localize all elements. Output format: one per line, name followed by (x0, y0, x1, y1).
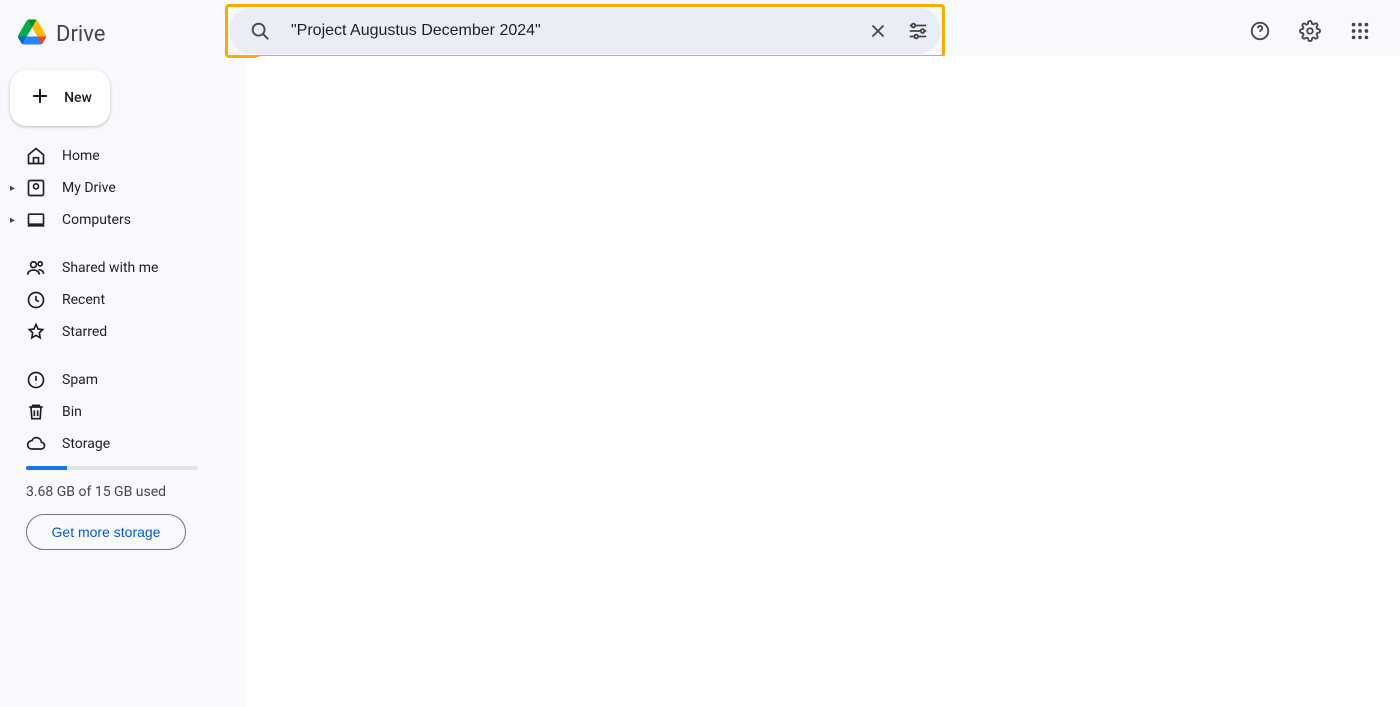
settings-icon[interactable] (1290, 11, 1330, 51)
sidebar-item-shared[interactable]: Shared with me (0, 252, 245, 284)
sidebar-item-my-drive[interactable]: ▸ My Drive (0, 172, 245, 204)
brand[interactable]: Drive (0, 6, 245, 62)
my-drive-icon (26, 178, 46, 198)
sidebar-item-label: Shared with me (62, 260, 158, 276)
sidebar-item-label: Home (62, 148, 100, 164)
sidebar-item-label: Recent (62, 292, 105, 308)
sidebar-item-label: Starred (62, 324, 107, 340)
get-more-storage-button[interactable]: Get more storage (26, 514, 186, 550)
plus-icon (28, 84, 52, 112)
sidebar-item-starred[interactable]: Starred (0, 316, 245, 348)
cloud-icon (26, 434, 46, 454)
chevron-right-icon[interactable]: ▸ (10, 183, 15, 194)
brand-name: Drive (56, 22, 105, 47)
search-highlight-frame (225, 4, 945, 58)
computers-icon (26, 210, 46, 230)
shared-icon (26, 258, 46, 278)
sidebar-item-recent[interactable]: Recent (0, 284, 245, 316)
sidebar-item-bin[interactable]: Bin (0, 396, 245, 428)
apps-grid-icon[interactable] (1340, 11, 1380, 51)
sidebar-item-storage[interactable]: Storage (0, 428, 245, 460)
sidebar-item-computers[interactable]: ▸ Computers (0, 204, 245, 236)
search-bar[interactable] (229, 8, 941, 54)
sidebar-item-label: My Drive (62, 180, 116, 196)
sidebar-item-home[interactable]: Home (0, 140, 245, 172)
clear-search-icon[interactable] (861, 14, 895, 48)
top-bar (245, 0, 1400, 56)
help-icon[interactable] (1240, 11, 1280, 51)
sidebar-item-spam[interactable]: Spam (0, 364, 245, 396)
search-icon[interactable] (243, 14, 277, 48)
star-icon (26, 322, 46, 342)
storage-used-text: 3.68 GB of 15 GB used (26, 484, 219, 500)
search-input[interactable] (283, 22, 855, 40)
spam-icon (26, 370, 46, 390)
sidebar-item-label: Spam (62, 372, 98, 388)
recent-icon (26, 290, 46, 310)
storage-progress-fill (26, 466, 67, 470)
sidebar-item-label: Computers (62, 212, 131, 228)
search-options-icon[interactable] (901, 14, 935, 48)
new-button-label: New (64, 90, 92, 106)
home-icon (26, 146, 46, 166)
bin-icon (26, 402, 46, 422)
storage-progress (26, 466, 198, 470)
drive-logo-icon (18, 19, 46, 49)
main-content (245, 56, 1400, 707)
chevron-right-icon[interactable]: ▸ (10, 215, 15, 226)
sidebar-item-label: Storage (62, 436, 110, 452)
sidebar-item-label: Bin (62, 404, 82, 420)
storage-block: 3.68 GB of 15 GB used Get more storage (0, 460, 245, 550)
new-button[interactable]: New (10, 70, 110, 126)
